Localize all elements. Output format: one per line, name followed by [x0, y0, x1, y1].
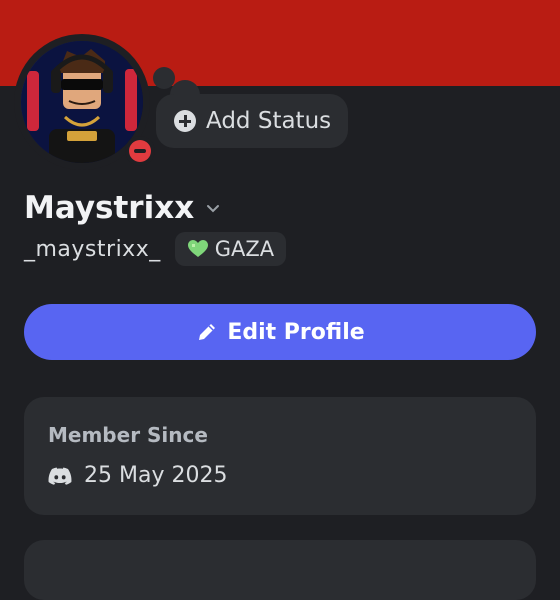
green-heart-icon [187, 240, 208, 257]
display-name-row[interactable]: Maystrixx [24, 190, 222, 226]
edit-profile-button[interactable]: Edit Profile [24, 304, 536, 360]
avatar-container[interactable] [14, 34, 155, 170]
do-not-disturb-icon [129, 140, 151, 162]
member-since-card: Member Since 25 May 2025 [24, 397, 536, 515]
server-tag[interactable]: GAZA [174, 232, 287, 266]
status-indicator [125, 136, 155, 166]
member-since-title: Member Since [48, 423, 208, 447]
username-row: _maystrixx_ GAZA [24, 232, 287, 266]
server-tag-text: GAZA [214, 237, 275, 261]
username: _maystrixx_ [24, 236, 161, 262]
add-status-button[interactable]: Add Status [156, 94, 348, 148]
avatar[interactable] [21, 41, 143, 163]
add-status-label: Add Status [206, 108, 332, 134]
plus-circle-icon [174, 110, 196, 132]
discord-icon [48, 467, 72, 485]
member-since-row: 25 May 2025 [48, 463, 227, 488]
avatar-image [21, 41, 143, 163]
edit-profile-label: Edit Profile [227, 319, 365, 345]
pencil-icon [199, 324, 216, 340]
next-card [24, 540, 536, 600]
chevron-down-icon[interactable] [204, 199, 222, 217]
display-name: Maystrixx [24, 190, 195, 226]
member-since-date: 25 May 2025 [84, 463, 228, 488]
